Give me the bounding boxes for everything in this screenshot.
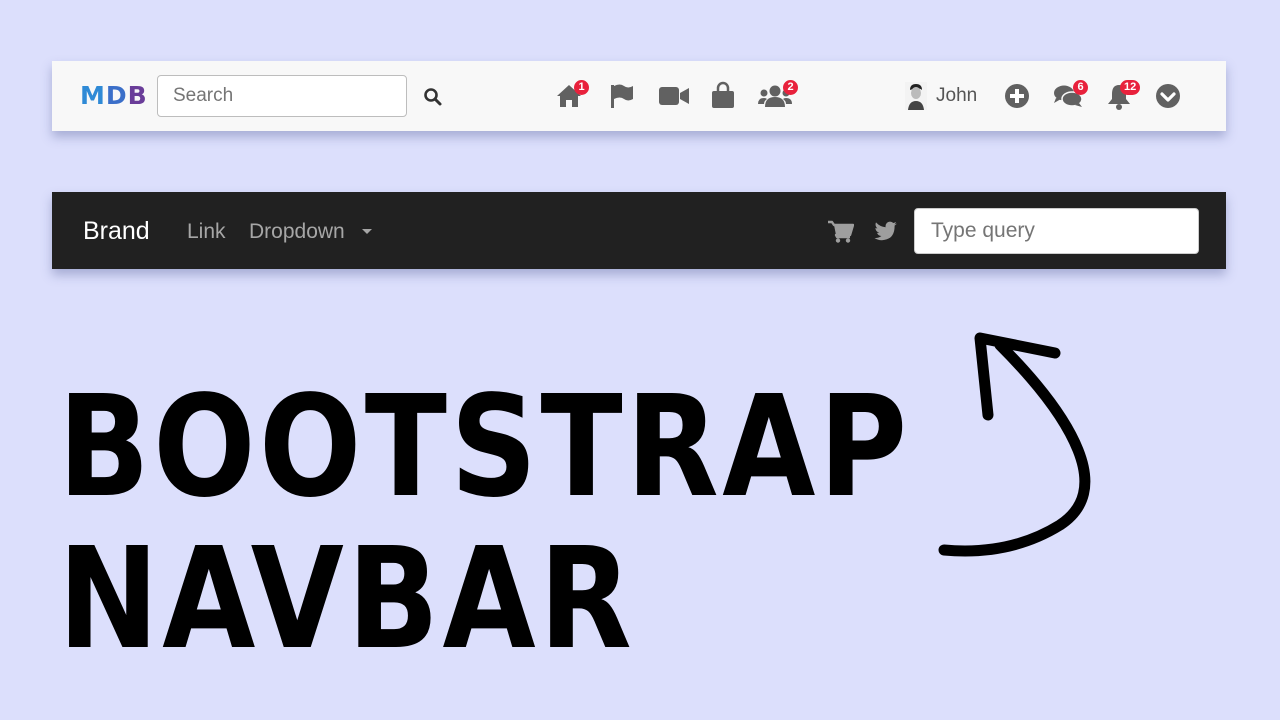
- brand-link[interactable]: Brand: [83, 217, 150, 246]
- caret-down-icon: [362, 229, 372, 234]
- mdb-logo[interactable]: MDB: [80, 81, 148, 110]
- home-badge: 1: [574, 80, 589, 95]
- video-icon[interactable]: [658, 85, 690, 107]
- nav-link[interactable]: Link: [187, 220, 226, 244]
- users-badge: 2: [783, 80, 798, 95]
- hand-drawn-arrow-icon: [938, 332, 1091, 557]
- dark-navbar: Brand Link Dropdown: [52, 192, 1226, 269]
- plus-circle-icon[interactable]: [1004, 83, 1030, 109]
- flag-icon[interactable]: [608, 83, 634, 109]
- chevron-circle-down-icon[interactable]: [1155, 83, 1181, 109]
- light-navbar: MDB 1 2: [52, 61, 1226, 131]
- dropdown-label: Dropdown: [249, 220, 345, 243]
- search-icon[interactable]: [423, 87, 443, 107]
- avatar: [905, 82, 927, 110]
- cart-icon[interactable]: [828, 220, 854, 243]
- query-input[interactable]: [914, 208, 1199, 254]
- user-name: John: [936, 85, 978, 106]
- notifications-badge: 12: [1120, 80, 1141, 95]
- shopping-bag-icon[interactable]: [710, 81, 736, 109]
- headline-line-1: BOOTSTRAP: [58, 366, 911, 529]
- headline-line-2: NAVBAR: [58, 518, 636, 681]
- twitter-icon[interactable]: [874, 221, 898, 241]
- search-input[interactable]: [157, 75, 407, 117]
- messages-badge: 6: [1073, 80, 1088, 95]
